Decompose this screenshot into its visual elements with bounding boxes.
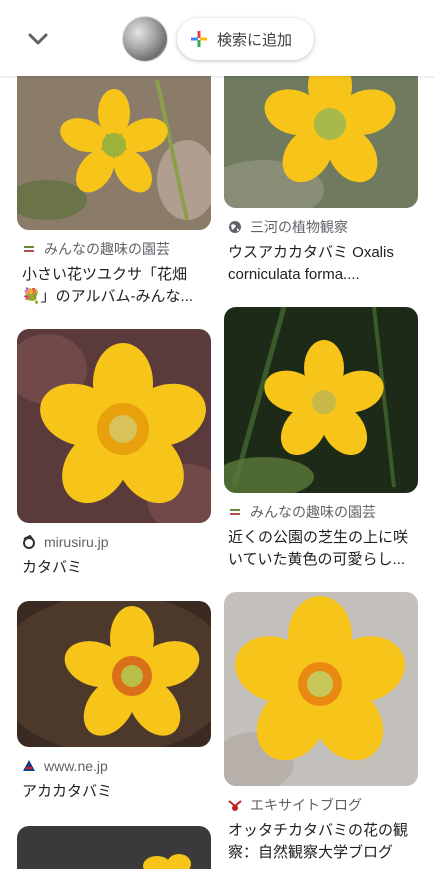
result-source: みんなの趣味の園芸 xyxy=(22,240,170,258)
title-line: オッタチカタバミの花の観 xyxy=(228,822,409,839)
source-label: みんなの趣味の園芸 xyxy=(44,241,170,257)
site-logo-icon xyxy=(228,505,242,519)
source-label: エキサイトブログ xyxy=(250,797,362,813)
title-line: カタバミ xyxy=(22,559,83,576)
site-logo-icon xyxy=(22,535,36,549)
result-source: 三河の植物観察 xyxy=(228,218,348,236)
result-source: www.ne.jp xyxy=(22,757,108,775)
source-label: www.ne.jp xyxy=(44,758,108,774)
result-title[interactable]: 小さい花ツユクサ「花畑 💐」のアルバム-みんな... xyxy=(22,264,216,308)
title-line: 察：自然観察大学ブログ xyxy=(228,844,394,861)
result-source: みんなの趣味の園芸 xyxy=(228,503,376,521)
source-label: 三河の植物観察 xyxy=(250,219,348,235)
globe-icon xyxy=(228,220,242,234)
result-image[interactable] xyxy=(17,329,211,523)
result-image[interactable] xyxy=(224,307,418,493)
result-title[interactable]: ウスアカカタバミ Oxalis corniculata forma.... xyxy=(228,242,422,286)
result-image[interactable] xyxy=(17,826,211,869)
result-title[interactable]: 近くの公園の芝生の上に咲 いていた黄色の可愛らし... xyxy=(228,527,422,571)
google-plus-icon xyxy=(191,31,207,47)
site-logo-icon xyxy=(22,759,36,773)
title-line: ウスアカカタバミ Oxalis xyxy=(228,244,394,261)
chevron-down-icon xyxy=(28,33,48,45)
query-image-thumbnail[interactable] xyxy=(122,16,168,62)
title-line: corniculata forma.... xyxy=(228,266,360,283)
collapse-button[interactable] xyxy=(22,24,54,54)
add-to-search-label: 検索に追加 xyxy=(217,31,293,49)
result-title[interactable]: オッタチカタバミの花の観 察：自然観察大学ブログ xyxy=(228,820,422,864)
result-title[interactable]: カタバミ xyxy=(22,557,216,579)
add-to-search-button[interactable]: 検索に追加 xyxy=(177,18,314,60)
source-label: みんなの趣味の園芸 xyxy=(250,504,376,520)
site-logo-icon xyxy=(228,798,242,812)
result-image[interactable] xyxy=(224,592,418,786)
result-image[interactable] xyxy=(224,60,418,208)
source-label: mirusiru.jp xyxy=(44,534,109,550)
top-bar: 検索に追加 xyxy=(0,0,435,76)
title-line: 小さい花ツユクサ「花畑 xyxy=(22,266,188,283)
result-source: mirusiru.jp xyxy=(22,533,109,551)
title-line: いていた黄色の可愛らし... xyxy=(228,551,406,568)
site-logo-icon xyxy=(22,242,36,256)
result-source: エキサイトブログ xyxy=(228,796,362,814)
result-title[interactable]: アカカタバミ xyxy=(22,781,216,803)
result-image[interactable] xyxy=(17,601,211,747)
result-image[interactable] xyxy=(17,60,211,230)
title-line: 近くの公園の芝生の上に咲 xyxy=(228,529,409,546)
title-line: 💐」のアルバム-みんな... xyxy=(22,288,194,305)
title-line: アカカタバミ xyxy=(22,783,113,800)
